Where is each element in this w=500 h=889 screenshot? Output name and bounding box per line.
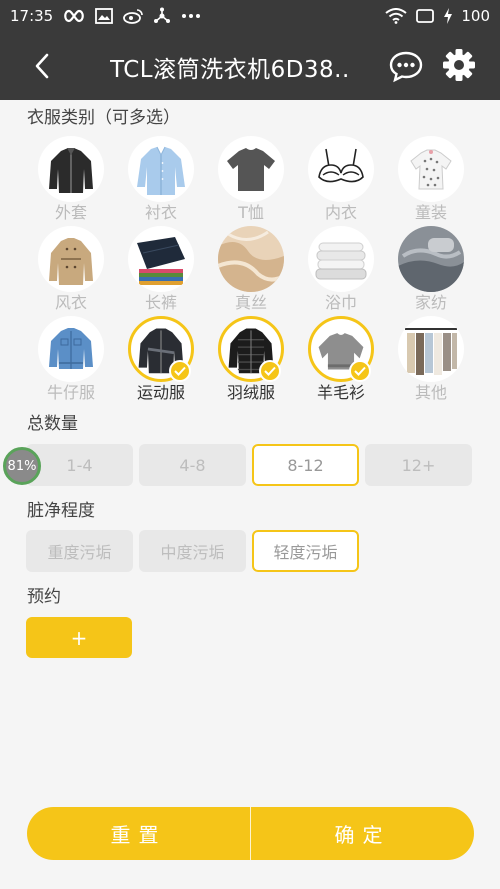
quantity-option-8-12[interactable]: 8-12 xyxy=(252,444,359,486)
category-denim[interactable]: 牛仔服 xyxy=(26,316,116,406)
gear-icon xyxy=(443,49,475,81)
weibo-icon xyxy=(123,8,144,24)
dirtiness-title: 脏净程度 xyxy=(27,501,95,521)
category-label: 运动服 xyxy=(136,383,185,402)
bra-image xyxy=(308,136,374,202)
page-title: TCL滚筒洗衣机6D38.. xyxy=(110,57,350,83)
category-label: 衬衣 xyxy=(144,203,177,222)
back-button[interactable] xyxy=(26,50,58,82)
towel-image xyxy=(308,226,374,292)
more-dots-icon xyxy=(181,13,201,19)
add-reservation-button[interactable]: + xyxy=(26,617,132,658)
dirtiness-option-light[interactable]: 轻度污垢 xyxy=(252,530,359,572)
category-label: 童装 xyxy=(414,203,447,222)
confirm-button[interactable]: 确定 xyxy=(251,807,474,860)
quantity-option-4-8[interactable]: 4-8 xyxy=(139,444,246,486)
charging-icon xyxy=(443,8,453,24)
status-time: 17:35 xyxy=(10,7,54,25)
category-sportswear[interactable]: 运动服 xyxy=(116,316,206,406)
category-label: 浴巾 xyxy=(324,293,357,312)
category-tshirt[interactable]: T恤 xyxy=(206,136,296,226)
category-label: T恤 xyxy=(238,203,264,222)
title-bar: TCL滚筒洗衣机6D38.. xyxy=(0,32,500,100)
back-arrow-icon xyxy=(35,53,49,79)
category-label: 风衣 xyxy=(54,293,87,312)
category-label: 羽绒服 xyxy=(226,383,275,402)
category-jacket[interactable]: 外套 xyxy=(26,136,116,226)
status-bar: 17:35 100 xyxy=(0,0,500,32)
category-trousers[interactable]: 长裤 xyxy=(116,226,206,316)
category-title: 衣服类别（可多选） xyxy=(27,108,180,128)
battery-level: 100 xyxy=(461,7,490,25)
bottom-action-bar: 重置 确定 xyxy=(27,807,474,860)
selected-check-icon xyxy=(259,360,281,382)
silk-image xyxy=(218,226,284,292)
category-trench[interactable]: 风衣 xyxy=(26,226,116,316)
category-label: 牛仔服 xyxy=(46,383,95,402)
settings-button[interactable] xyxy=(442,48,476,82)
category-label: 外套 xyxy=(54,203,87,222)
screen-cast-icon xyxy=(415,8,435,24)
trousers-image xyxy=(128,226,194,292)
quantity-option-12-plus[interactable]: 12+ xyxy=(365,444,472,486)
kids-clothes-image xyxy=(398,136,464,202)
category-label: 其他 xyxy=(414,383,447,402)
category-sweater[interactable]: 羊毛衫 xyxy=(296,316,386,406)
category-towel[interactable]: 浴巾 xyxy=(296,226,386,316)
quantity-title: 总数量 xyxy=(27,414,78,434)
category-shirt[interactable]: 衬衣 xyxy=(116,136,206,226)
category-grid: 外套 衬衣 T恤 内衣 童装 风衣 长裤 真丝 浴巾 家纺 牛仔服 运动服 羽绒… xyxy=(26,136,476,406)
quantity-option-1-4[interactable]: 1-4 xyxy=(26,444,133,486)
category-label: 真丝 xyxy=(234,293,267,312)
category-kids[interactable]: 童装 xyxy=(386,136,476,226)
denim-jacket-image xyxy=(38,316,104,382)
infinity-icon xyxy=(63,9,85,23)
category-down-jacket[interactable]: 羽绒服 xyxy=(206,316,296,406)
wifi-icon xyxy=(385,8,407,24)
chat-bubble-icon xyxy=(389,51,423,83)
tshirt-image xyxy=(218,136,284,202)
category-silk[interactable]: 真丝 xyxy=(206,226,296,316)
dirtiness-option-medium[interactable]: 中度污垢 xyxy=(139,530,246,572)
share-hub-icon xyxy=(153,7,171,25)
other-clothes-image xyxy=(398,316,464,382)
percentage-badge[interactable]: 81% xyxy=(3,447,41,485)
bedding-image xyxy=(398,226,464,292)
selected-check-icon xyxy=(169,360,191,382)
category-label: 家纺 xyxy=(414,293,447,312)
shirt-image xyxy=(128,136,194,202)
trench-coat-image xyxy=(38,226,104,292)
gallery-icon xyxy=(95,8,114,24)
dirtiness-options: 重度污垢 中度污垢 轻度污垢 xyxy=(26,530,359,572)
quantity-options: 1-4 4-8 8-12 12+ xyxy=(26,444,472,486)
category-other[interactable]: 其他 xyxy=(386,316,476,406)
category-label: 羊毛衫 xyxy=(316,383,365,402)
jacket-image xyxy=(38,136,104,202)
dirtiness-option-heavy[interactable]: 重度污垢 xyxy=(26,530,133,572)
category-label: 长裤 xyxy=(144,293,177,312)
selected-check-icon xyxy=(349,360,371,382)
message-button[interactable] xyxy=(389,49,423,83)
reset-button[interactable]: 重置 xyxy=(27,807,250,860)
category-label: 内衣 xyxy=(324,203,357,222)
category-bedding[interactable]: 家纺 xyxy=(386,226,476,316)
divider xyxy=(250,807,251,860)
category-underwear[interactable]: 内衣 xyxy=(296,136,386,226)
reservation-title: 预约 xyxy=(27,587,61,607)
